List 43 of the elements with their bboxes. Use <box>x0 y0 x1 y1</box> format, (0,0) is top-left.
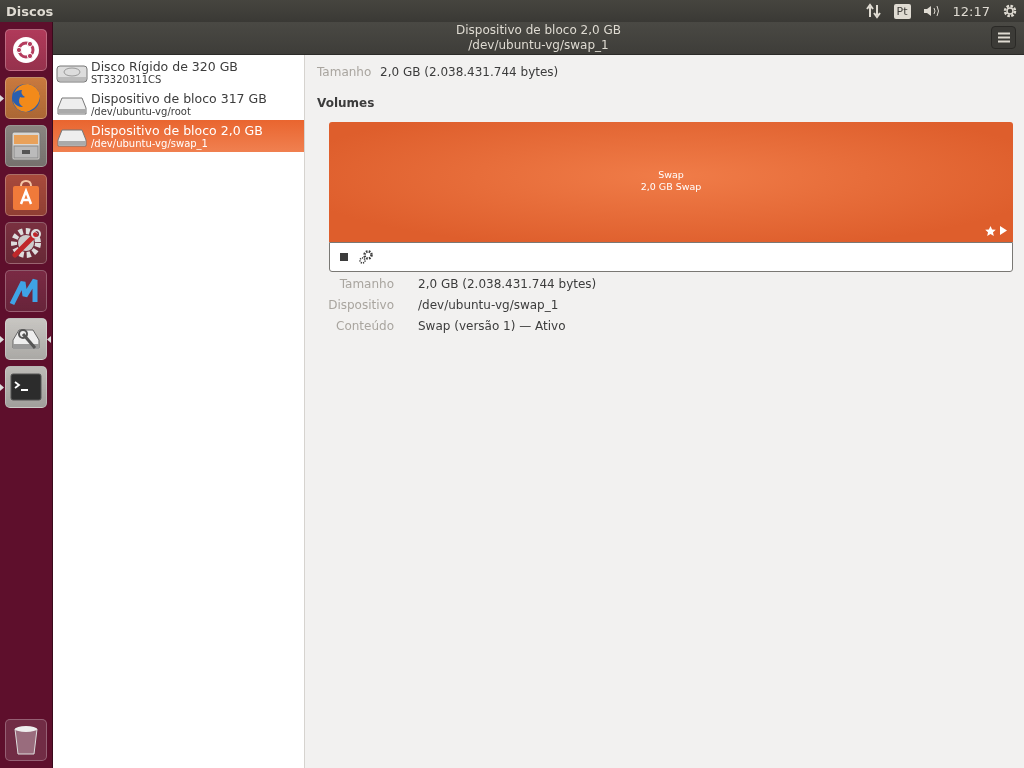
gears-icon <box>358 249 374 265</box>
app-name: Discos <box>6 3 54 19</box>
property-value: 2,0 GB (2.038.431.744 bytes) <box>418 277 597 291</box>
keyboard-layout-indicator[interactable]: Pt <box>893 3 911 19</box>
device-name: Dispositivo de bloco 2,0 GB <box>91 122 263 138</box>
device-name: Disco Rígido de 320 GB <box>91 58 238 74</box>
launcher-button[interactable] <box>5 173 47 216</box>
menu-icon <box>997 32 1010 43</box>
clock[interactable]: 12:17 <box>952 3 990 19</box>
property-value: Swap (versão 1) — Ativo <box>418 319 567 333</box>
property-value: 2,0 GB (2.038.431.744 bytes) <box>380 65 559 79</box>
device-path: /dev/ubuntu-vg/swap_1 <box>91 137 209 150</box>
stop-icon <box>340 253 348 261</box>
launcher-button[interactable] <box>5 221 47 264</box>
property-label: Tamanho <box>338 277 394 291</box>
property-value: /dev/ubuntu-vg/swap_1 <box>418 298 560 312</box>
device-list-item[interactable]: Disco Rígido de 320 GB ST3320311CS <box>53 56 304 88</box>
launcher-button[interactable] <box>5 718 47 761</box>
device-path: /dev/ubuntu-vg/root <box>91 105 192 118</box>
menu-button[interactable] <box>991 26 1016 49</box>
volume-name: Swap <box>658 169 684 181</box>
gear-wrench-icon <box>9 225 43 260</box>
volume-description: 2,0 GB Swap <box>640 181 702 193</box>
launcher-button[interactable] <box>5 318 47 361</box>
volume-icon <box>922 4 941 18</box>
property-label: Conteúdo <box>335 319 394 333</box>
device-name: Dispositivo de bloco 317 GB <box>91 90 267 106</box>
launcher-button[interactable] <box>5 366 47 409</box>
play-icon <box>1000 226 1007 235</box>
window-subtitle: /dev/ubuntu-vg/swap_1 <box>468 38 609 53</box>
launcher-button[interactable] <box>5 77 47 120</box>
network-arrows-icon <box>865 3 882 19</box>
settings-button[interactable] <box>358 249 374 265</box>
device-list-item[interactable]: Dispositivo de bloco 317 GB /dev/ubuntu-vg/root <box>53 88 304 120</box>
device-path: ST3320311CS <box>91 73 162 86</box>
window-title: Dispositivo de bloco 2,0 GB <box>456 23 621 38</box>
star-icon <box>985 226 996 236</box>
section-heading: Volumes <box>317 96 376 110</box>
launcher-button[interactable] <box>5 125 47 168</box>
property-label: Tamanho <box>317 65 369 79</box>
power-gear-icon <box>1002 3 1018 19</box>
launcher-button[interactable] <box>5 29 47 72</box>
property-label: Dispositivo <box>327 298 394 312</box>
